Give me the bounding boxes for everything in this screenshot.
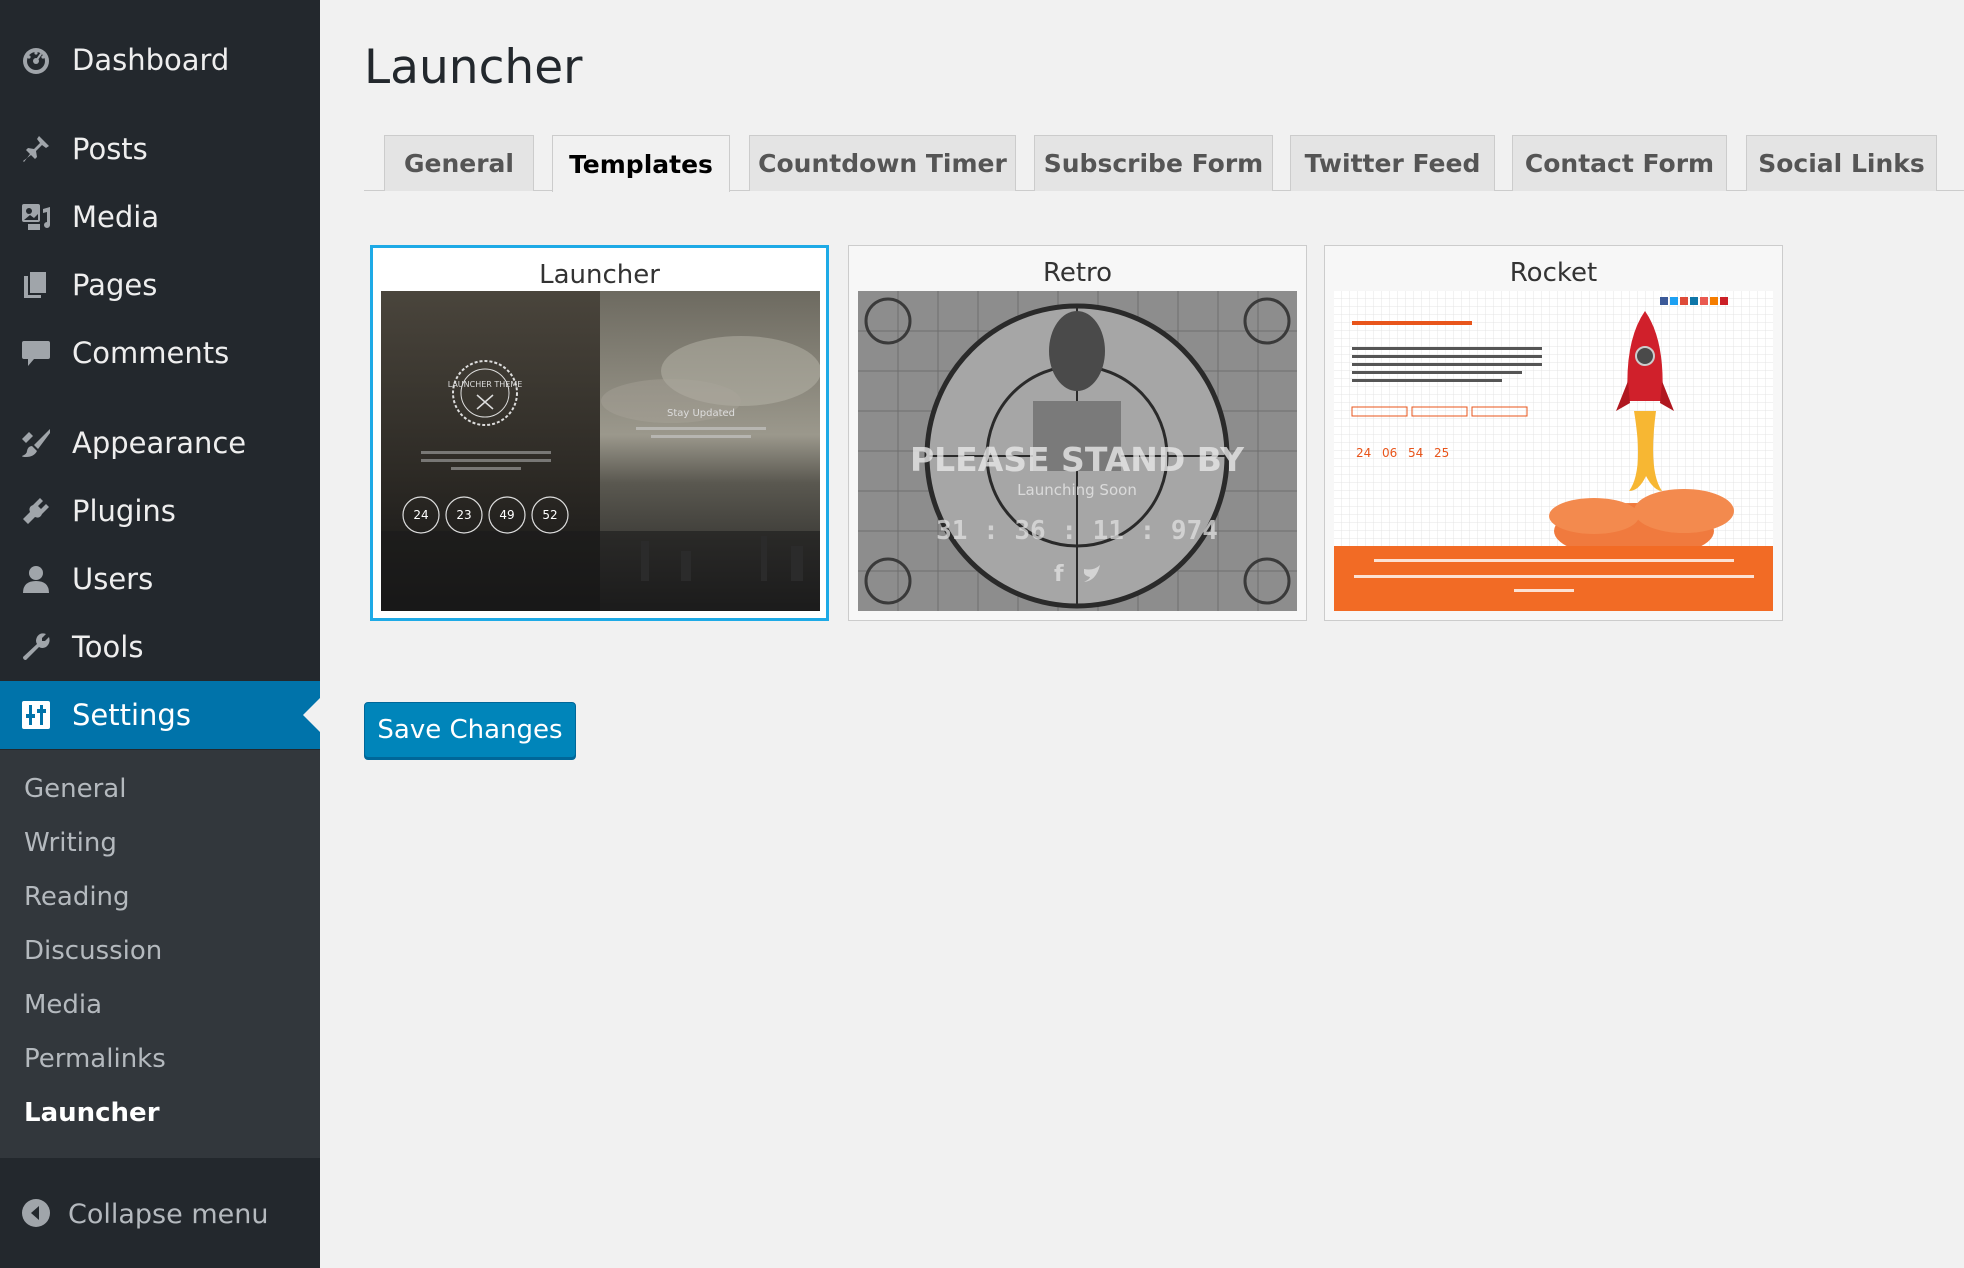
sidebar-item-users[interactable]: Users: [0, 550, 320, 608]
plugin-icon: [20, 495, 52, 527]
tab-general[interactable]: General: [384, 135, 534, 191]
tab-countdown-timer[interactable]: Countdown Timer: [749, 135, 1016, 191]
sidebar-item-label: Settings: [72, 698, 191, 732]
sidebar-item-dashboard[interactable]: Dashboard: [0, 31, 320, 89]
sidebar-item-label: Media: [72, 200, 160, 234]
page-title: Launcher: [364, 40, 583, 95]
tab-social-links[interactable]: Social Links: [1746, 135, 1937, 191]
submenu-item-reading[interactable]: Reading: [24, 882, 130, 912]
settings-submenu: General Writing Reading Discussion Media…: [0, 750, 320, 1158]
submenu-item-permalinks[interactable]: Permalinks: [24, 1044, 166, 1074]
submenu-item-discussion[interactable]: Discussion: [24, 936, 162, 966]
tab-contact-form[interactable]: Contact Form: [1512, 135, 1727, 191]
launcher-heading-text: Stay Updated: [667, 408, 735, 419]
template-title: Retro: [1042, 258, 1113, 288]
template-card-retro[interactable]: Retro PLEASE STAND BY Launching Soon 31 …: [848, 245, 1307, 621]
collapse-arrow-icon: [20, 1197, 52, 1229]
sidebar-item-label: Tools: [72, 630, 144, 664]
tab-subscribe-form[interactable]: Subscribe Form: [1034, 135, 1273, 191]
pages-icon: [20, 269, 52, 301]
countdown-digit: 23: [456, 508, 471, 522]
submenu-item-writing[interactable]: Writing: [24, 828, 117, 858]
user-icon: [20, 563, 52, 595]
retro-headline-text: PLEASE STAND BY: [910, 440, 1245, 479]
save-changes-button[interactable]: Save Changes: [364, 702, 576, 758]
sidebar-item-label: Pages: [72, 268, 158, 302]
sidebar-item-tools[interactable]: Tools: [0, 618, 320, 676]
paintbrush-icon: [20, 427, 52, 459]
template-thumbnail-rocket: 24 06 54 25: [1334, 291, 1773, 611]
submenu-item-media[interactable]: Media: [24, 990, 102, 1020]
countdown-digit: 49: [499, 508, 514, 522]
sidebar-item-label: Users: [72, 562, 154, 596]
sidebar-item-appearance[interactable]: Appearance: [0, 414, 320, 472]
template-card-launcher[interactable]: Launcher LAUNCHER THEME Stay Updated 24 …: [370, 245, 829, 621]
admin-sidebar: Dashboard Posts Media Pages Comments App…: [0, 0, 320, 1268]
countdown-digit: 24: [413, 508, 428, 522]
dashboard-icon: [20, 44, 52, 76]
tab-templates[interactable]: Templates: [552, 135, 730, 192]
sidebar-item-label: Comments: [72, 336, 230, 370]
countdown-digit: 54: [1408, 446, 1423, 460]
countdown-digit: 52: [542, 508, 557, 522]
sidebar-item-media[interactable]: Media: [0, 188, 320, 246]
collapse-menu-label: Collapse menu: [68, 1199, 269, 1230]
submenu-item-general[interactable]: General: [24, 774, 126, 804]
sidebar-item-label: Appearance: [72, 426, 247, 460]
template-thumbnail-retro: PLEASE STAND BY Launching Soon 31 : 36 :…: [858, 291, 1297, 611]
template-title: Rocket: [1509, 258, 1598, 288]
sidebar-item-pages[interactable]: Pages: [0, 256, 320, 314]
tab-twitter-feed[interactable]: Twitter Feed: [1290, 135, 1495, 191]
template-title: Launcher: [539, 260, 660, 290]
submenu-item-launcher[interactable]: Launcher: [24, 1098, 160, 1128]
svg-text:f: f: [1054, 562, 1064, 587]
collapse-menu-button[interactable]: Collapse menu: [0, 1185, 320, 1245]
active-indicator-arrow: [303, 698, 320, 732]
comment-icon: [20, 337, 52, 369]
sidebar-item-label: Posts: [72, 132, 148, 166]
sidebar-item-plugins[interactable]: Plugins: [0, 482, 320, 540]
retro-countdown-text: 31 : 36 : 11 : 974: [936, 516, 1218, 546]
sidebar-item-posts[interactable]: Posts: [0, 120, 320, 178]
settings-icon: [20, 699, 52, 731]
template-card-rocket[interactable]: Rocket 24 06 54 25: [1324, 245, 1783, 621]
retro-subline-text: Launching Soon: [1017, 481, 1137, 499]
countdown-digit: 25: [1434, 446, 1449, 460]
sidebar-item-label: Plugins: [72, 494, 176, 528]
countdown-digit: 24: [1356, 446, 1371, 460]
wrench-icon: [20, 631, 52, 663]
sidebar-item-label: Dashboard: [72, 43, 230, 77]
template-thumbnail-launcher: LAUNCHER THEME Stay Updated 24 23 49 52: [381, 291, 820, 611]
media-icon: [20, 201, 52, 233]
pushpin-icon: [20, 133, 52, 165]
sidebar-item-comments[interactable]: Comments: [0, 324, 320, 382]
countdown-digit: 06: [1382, 446, 1397, 460]
launcher-badge-text: LAUNCHER THEME: [448, 380, 523, 389]
sidebar-item-settings[interactable]: Settings: [0, 681, 320, 749]
